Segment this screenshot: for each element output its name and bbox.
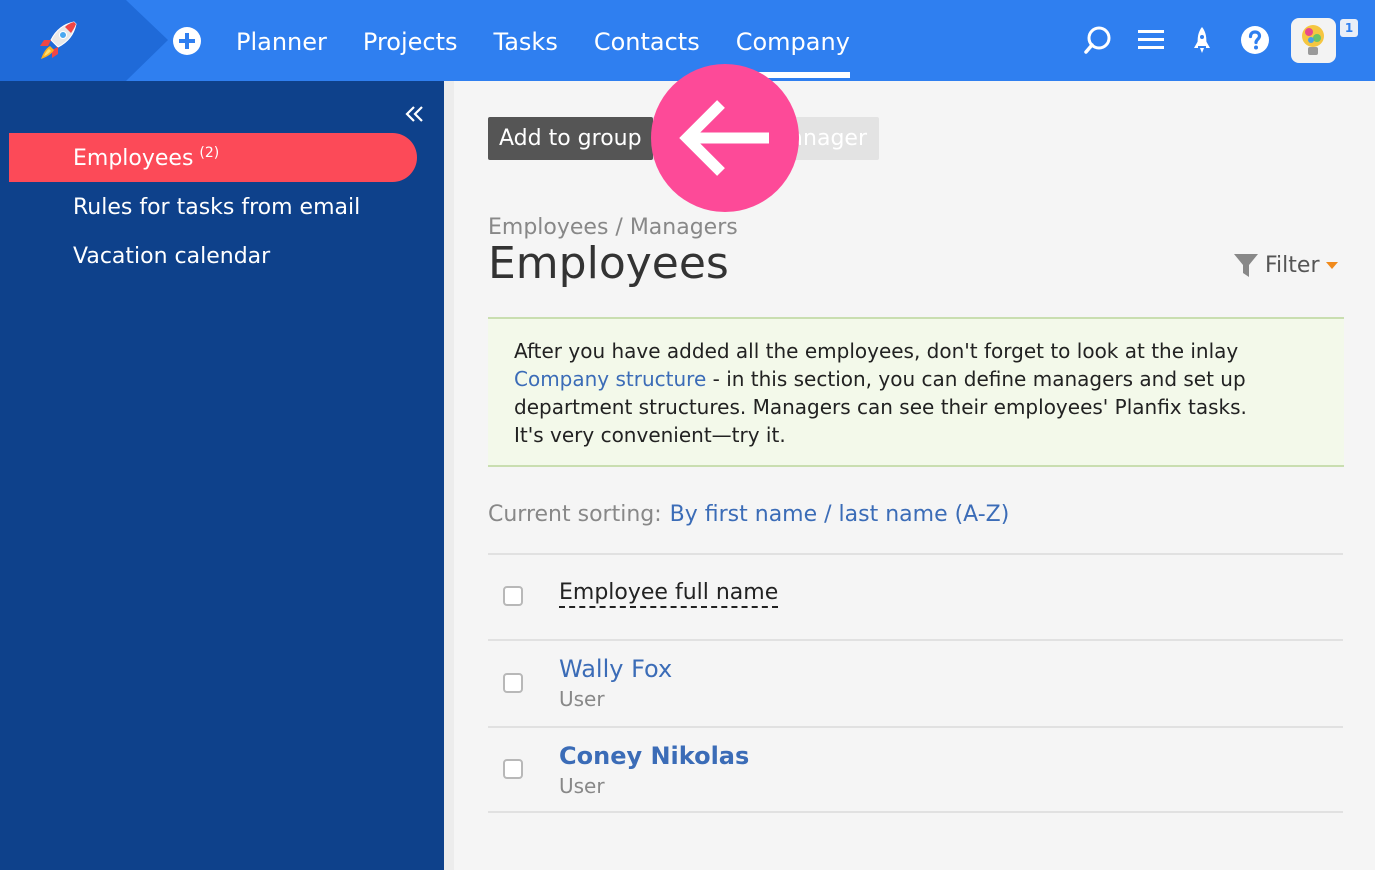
notice-line-1: After you have added all the employees, …: [514, 339, 1239, 363]
notification-badge: 1: [1340, 19, 1358, 37]
rocket-logo-icon[interactable]: [34, 18, 82, 62]
employee-role: User: [559, 774, 605, 798]
content-divider: [444, 81, 454, 870]
add-plus-icon[interactable]: [172, 26, 202, 56]
divider: [488, 726, 1343, 728]
employee-name-link[interactable]: Coney Nikolas: [559, 742, 749, 770]
divider: [488, 553, 1343, 555]
employee-name-link[interactable]: Wally Fox: [559, 655, 672, 683]
collapse-sidebar-icon[interactable]: [403, 103, 427, 125]
page-title: Employees: [488, 238, 729, 289]
search-icon[interactable]: [1082, 24, 1114, 56]
nav-projects[interactable]: Projects: [363, 0, 458, 81]
column-header-full-name[interactable]: Employee full name: [559, 580, 779, 608]
nav-tasks[interactable]: Tasks: [494, 0, 558, 81]
employee-role: User: [559, 687, 605, 711]
sidebar-item-vacation-calendar[interactable]: Vacation calendar: [73, 244, 270, 269]
divider: [488, 639, 1343, 641]
lightbulb-avatar-icon: [1302, 25, 1324, 55]
sorting-value-link[interactable]: By first name / last name (A-Z): [670, 502, 1010, 527]
menu-icon[interactable]: [1135, 24, 1167, 56]
company-structure-link[interactable]: Company structure: [514, 367, 706, 391]
notice-line-3: department structures. Managers can see …: [514, 395, 1247, 419]
sidebar-item-label: Employees: [73, 146, 194, 171]
sidebar-item-rules-email[interactable]: Rules for tasks from email: [73, 195, 360, 220]
notice-line-4: It's very convenient—try it.: [514, 423, 786, 447]
logo-area[interactable]: [0, 0, 168, 81]
filter-button[interactable]: Filter: [1233, 250, 1339, 280]
filter-funnel-icon: [1234, 254, 1258, 277]
divider: [488, 811, 1343, 813]
nav-planner[interactable]: Planner: [236, 0, 327, 81]
row-checkbox[interactable]: [503, 673, 523, 693]
row-checkbox[interactable]: [503, 759, 523, 779]
rocket-icon[interactable]: [1186, 24, 1218, 56]
current-sorting: Current sorting: By first name / last nam…: [488, 502, 1009, 527]
sidebar: Employees (2) Rules for tasks from email …: [0, 81, 444, 870]
user-avatar[interactable]: [1291, 18, 1336, 63]
notice-line-2-wrap: Company structure - in this section, you…: [514, 365, 1318, 393]
add-to-group-button[interactable]: Add to group: [488, 117, 653, 160]
breadcrumb[interactable]: Employees / Managers: [488, 215, 738, 240]
info-notice: After you have added all the employees, …: [488, 317, 1344, 467]
notice-line-2: - in this section, you can define manage…: [706, 367, 1246, 391]
sidebar-item-count: (2): [199, 145, 220, 161]
filter-label: Filter: [1265, 252, 1320, 278]
arrow-left-icon: [679, 100, 769, 176]
dropdown-caret-icon: [1326, 262, 1339, 269]
sorting-label: Current sorting:: [488, 502, 662, 527]
hint-arrow-overlay: [651, 64, 799, 212]
sidebar-item-employees[interactable]: Employees (2): [73, 145, 219, 171]
select-all-checkbox[interactable]: [503, 586, 523, 606]
help-icon[interactable]: [1239, 24, 1271, 56]
